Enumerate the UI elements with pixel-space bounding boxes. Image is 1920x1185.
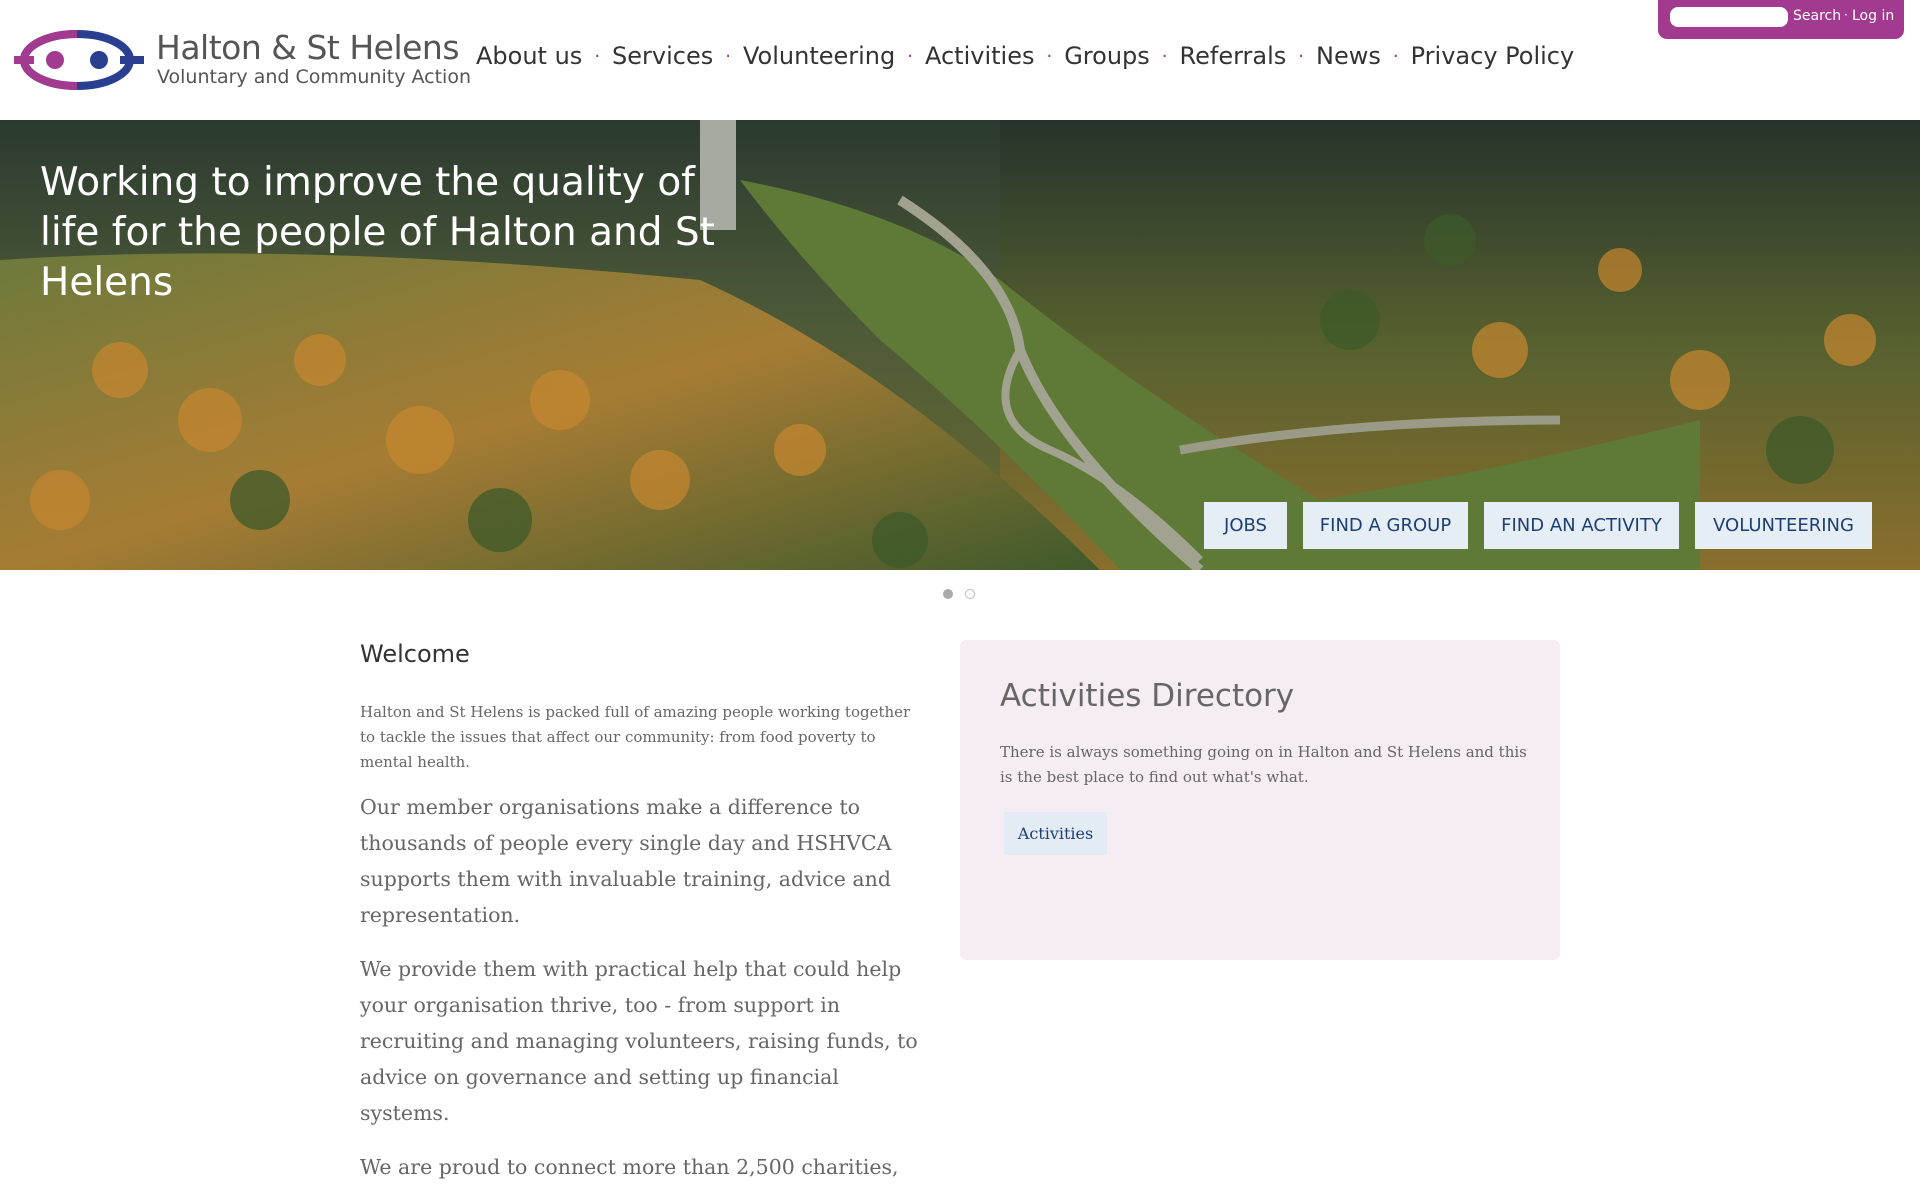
nav-privacy-policy[interactable]: Privacy Policy (1411, 42, 1575, 70)
activities-directory-panel: Activities Directory There is always som… (960, 640, 1560, 960)
carousel-dot-2[interactable] (965, 589, 975, 599)
search-input[interactable] (1670, 7, 1788, 27)
site-logo[interactable]: Halton & St Helens Voluntary and Communi… (14, 28, 471, 92)
welcome-paragraph-2: We provide them with practical help that… (360, 957, 918, 1125)
nav-volunteering[interactable]: Volunteering (743, 42, 895, 70)
nav-news[interactable]: News (1316, 42, 1381, 70)
site-header: Halton & St Helens Voluntary and Communi… (0, 0, 1920, 120)
jobs-button[interactable]: JOBS (1204, 502, 1287, 549)
activities-button[interactable]: Activities (1004, 812, 1107, 855)
nav-separator: · (1046, 45, 1053, 67)
directory-heading: Activities Directory (1000, 678, 1295, 714)
nav-separator: · (1161, 45, 1168, 67)
nav-services[interactable]: Services (612, 42, 713, 70)
nav-referrals[interactable]: Referrals (1180, 42, 1287, 70)
welcome-intro: Halton and St Helens is packed full of a… (360, 703, 911, 771)
hero-banner: Working to improve the quality of life f… (0, 120, 1920, 570)
nav-separator: · (594, 45, 601, 67)
hero-heading: Working to improve the quality of life f… (40, 160, 715, 305)
welcome-paragraph-3: We are proud to connect more than 2,500 … (360, 1155, 899, 1179)
nav-activities[interactable]: Activities (925, 42, 1035, 70)
search-button[interactable]: Search (1793, 8, 1841, 24)
nav-separator: · (1392, 45, 1399, 67)
nav-separator: · (725, 45, 731, 67)
directory-text: There is always something going on in Ha… (1000, 743, 1527, 786)
carousel-indicators (943, 589, 975, 599)
welcome-section: Welcome Halton and St Helens is packed f… (360, 640, 930, 1185)
find-a-group-button[interactable]: FIND A GROUP (1303, 502, 1468, 549)
nav-groups[interactable]: Groups (1064, 42, 1150, 70)
welcome-heading: Welcome (360, 640, 470, 668)
find-an-activity-button[interactable]: FIND AN ACTIVITY (1484, 502, 1679, 549)
utility-separator: · (1844, 8, 1848, 22)
utility-bar: Search · Log in (1658, 0, 1904, 39)
main-nav: About us · Services · Volunteering · Act… (476, 42, 1574, 70)
logo-subtitle: Voluntary and Community Action (157, 66, 471, 88)
logo-title: Halton & St Helens (156, 28, 460, 67)
welcome-paragraph-1: Our member organisations make a differen… (360, 795, 892, 927)
nav-about-us[interactable]: About us (476, 42, 582, 70)
logo-mark-icon (14, 30, 144, 90)
carousel-dot-1[interactable] (943, 589, 953, 599)
volunteering-button[interactable]: VOLUNTEERING (1695, 502, 1872, 549)
nav-separator: · (907, 45, 913, 67)
nav-separator: · (1298, 45, 1305, 67)
login-link[interactable]: Log in (1852, 8, 1894, 24)
